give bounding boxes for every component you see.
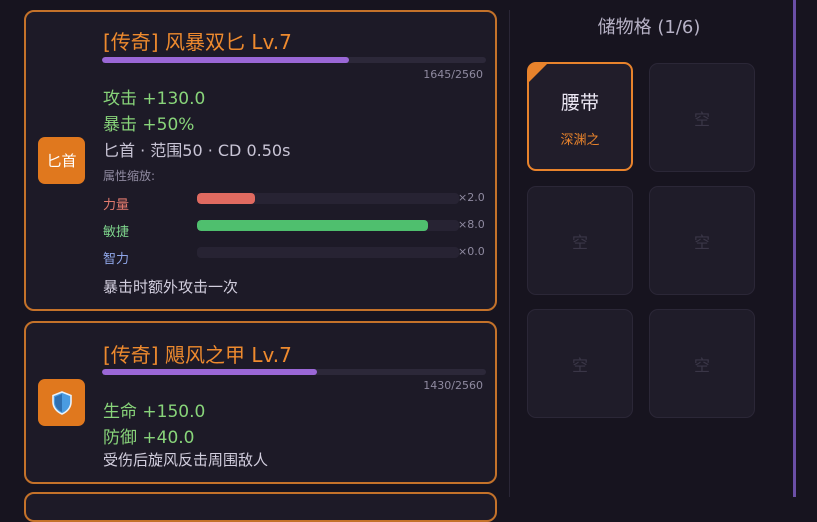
- stat-attack: 攻击 +130.0: [103, 89, 206, 109]
- xp-bar-fill: [102, 369, 317, 375]
- storage-slot-1[interactable]: 腰带 深渊之: [527, 62, 633, 171]
- weapon-meta: 匕首 · 范围50 · CD 0.50s: [103, 141, 291, 160]
- scaling-header: 属性缩放:: [103, 169, 156, 183]
- attr-label-agility: 敏捷: [103, 225, 130, 240]
- attr-bar-strength: [197, 193, 459, 204]
- attr-bar-agility: [197, 220, 459, 231]
- panel-edge: [793, 0, 796, 497]
- xp-text: 1430/2560: [423, 379, 483, 392]
- equipment-card-armor[interactable]: [传奇] 飓风之甲 Lv.7 1430/2560 生命 +150.0 防御 +4…: [24, 321, 497, 484]
- empty-label: 空: [693, 232, 710, 252]
- attr-mult-strength: ×2.0: [458, 191, 485, 204]
- slot-item-name: 腰带: [560, 91, 599, 114]
- xp-text: 1645/2560: [423, 68, 483, 81]
- empty-label: 空: [571, 232, 588, 252]
- item-effect: 暴击时额外攻击一次: [103, 278, 239, 296]
- xp-bar: [102, 369, 486, 375]
- storage-slot-3[interactable]: 空: [527, 186, 633, 295]
- stat-crit: 暴击 +50%: [103, 115, 195, 135]
- panel-divider: [509, 10, 510, 497]
- attr-bar-intellect: [197, 247, 459, 258]
- attr-mult-intellect: ×0.0: [458, 245, 485, 258]
- rarity-corner: [528, 63, 548, 83]
- attr-label-strength: 力量: [103, 198, 130, 213]
- stat-hp: 生命 +150.0: [103, 402, 206, 422]
- storage-slot-5[interactable]: 空: [527, 309, 633, 418]
- slot-item-sub: 深渊之: [560, 132, 600, 148]
- empty-label: 空: [693, 355, 710, 375]
- empty-label: 空: [571, 355, 588, 375]
- attr-fill-agility: [197, 220, 428, 231]
- empty-label: 空: [693, 109, 710, 129]
- item-title: [传奇] 飓风之甲 Lv.7: [103, 343, 292, 367]
- dagger-icon: 匕首: [38, 137, 85, 184]
- stat-defense: 防御 +40.0: [103, 428, 195, 448]
- attr-mult-agility: ×8.0: [458, 218, 485, 231]
- icon-label: 匕首: [46, 152, 77, 170]
- shield-icon: [38, 379, 85, 426]
- storage-title: 储物格 (1/6): [597, 17, 701, 38]
- xp-bar: [102, 57, 486, 63]
- item-effect: 受伤后旋风反击周围敌人: [103, 451, 269, 469]
- equipment-card-dagger[interactable]: 匕首 [传奇] 风暴双匕 Lv.7 1645/2560 攻击 +130.0 暴击…: [24, 10, 497, 311]
- attr-fill-strength: [197, 193, 255, 204]
- item-title: [传奇] 风暴双匕 Lv.7: [103, 30, 292, 54]
- storage-slot-6[interactable]: 空: [649, 309, 755, 418]
- attr-label-intellect: 智力: [103, 252, 130, 267]
- xp-bar-fill: [102, 57, 349, 63]
- storage-slot-4[interactable]: 空: [649, 186, 755, 295]
- storage-slot-2[interactable]: 空: [649, 63, 755, 172]
